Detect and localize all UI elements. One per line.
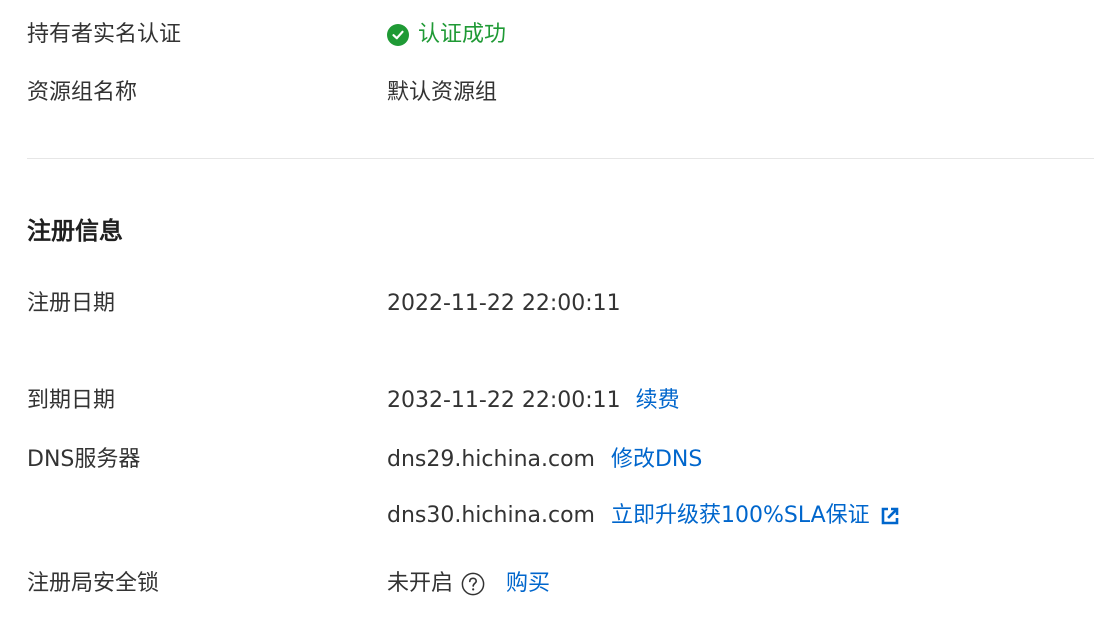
check-circle-icon xyxy=(387,24,409,46)
expiry-date-value-group: 2032-11-22 22:00:11 续费 xyxy=(387,386,680,416)
renew-link[interactable]: 续费 xyxy=(636,386,680,416)
registry-lock-label: 注册局安全锁 xyxy=(27,571,160,596)
registration-date-row: 注册日期 2022-11-22 22:00:11 xyxy=(0,289,1094,319)
registration-section-title: 注册信息 xyxy=(27,217,123,245)
buy-lock-link[interactable]: 购买 xyxy=(506,569,550,599)
dns-server-2-group: dns30.hichina.com 立即升级获100%SLA保证 xyxy=(387,501,900,531)
registry-lock-status: 未开启 xyxy=(387,571,454,596)
registry-lock-value-group: 未开启 购买 xyxy=(387,569,550,599)
dns-server-label: DNS服务器 xyxy=(27,447,141,472)
registration-date-label: 注册日期 xyxy=(27,291,116,316)
modify-dns-link[interactable]: 修改DNS xyxy=(611,445,702,475)
dns-server-2-value: dns30.hichina.com xyxy=(387,503,595,528)
resource-group-label: 资源组名称 xyxy=(27,80,138,105)
registry-lock-row: 注册局安全锁 未开启 购买 xyxy=(0,569,1094,599)
expiry-date-value: 2032-11-22 22:00:11 xyxy=(387,388,621,413)
verification-status: 认证成功 xyxy=(418,22,507,47)
owner-verification-value: 认证成功 xyxy=(387,20,506,50)
external-link-icon[interactable] xyxy=(880,506,900,526)
dns-server-1-value: dns29.hichina.com xyxy=(387,447,595,472)
owner-verification-label: 持有者实名认证 xyxy=(27,22,182,47)
dns-server-1-group: dns29.hichina.com 修改DNS xyxy=(387,445,702,475)
dns-server-row-1: DNS服务器 dns29.hichina.com 修改DNS xyxy=(0,445,1094,475)
question-circle-icon[interactable] xyxy=(461,572,485,596)
expiry-date-row: 到期日期 2032-11-22 22:00:11 续费 xyxy=(0,386,1094,416)
owner-verification-row: 持有者实名认证 认证成功 xyxy=(0,20,1094,50)
upgrade-sla-link[interactable]: 立即升级获100%SLA保证 xyxy=(611,501,870,531)
expiry-date-label: 到期日期 xyxy=(27,388,116,413)
section-divider xyxy=(27,158,1094,159)
resource-group-row: 资源组名称 默认资源组 xyxy=(0,78,1094,108)
dns-server-row-2: dns30.hichina.com 立即升级获100%SLA保证 xyxy=(0,501,1094,531)
resource-group-value: 默认资源组 xyxy=(387,80,498,105)
registration-date-value: 2022-11-22 22:00:11 xyxy=(387,291,621,316)
